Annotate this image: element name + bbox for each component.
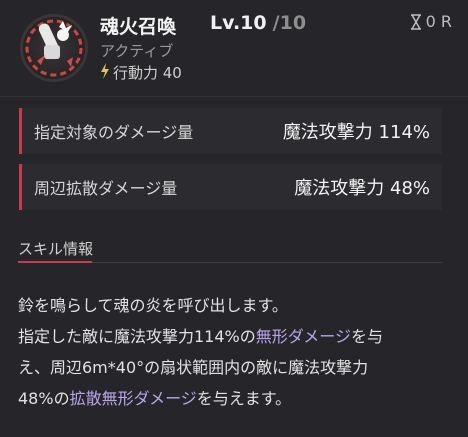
description-line: え、周辺6m*40°の扇状範囲内の敵に魔法攻撃力: [18, 358, 369, 377]
description-line: 指定した敵に魔法攻撃力114%の無形ダメージを与: [18, 327, 383, 346]
action-power: 行動力 40: [100, 62, 182, 83]
cooldown-value: 0 R: [425, 12, 452, 31]
keyword-formless-damage[interactable]: 無形ダメージ: [256, 327, 351, 346]
cooldown-indicator: 0 R: [410, 12, 452, 31]
section-title-skill-info: スキル情報: [18, 240, 94, 258]
section-accent-bar: [18, 261, 92, 263]
description-line: 鈴を鳴らして魂の炎を呼び出します。: [18, 296, 288, 315]
bell-skill-icon[interactable]: [20, 14, 88, 82]
keyword-splash-formless-damage[interactable]: 拡散無形ダメージ: [70, 389, 197, 408]
stat-row-splash-damage: 周辺拡散ダメージ量 魔法攻撃力 48%: [19, 164, 442, 210]
header-divider: [0, 96, 468, 97]
action-power-value: 行動力 40: [113, 64, 182, 82]
skill-description: 鈴を鳴らして魂の炎を呼び出します。 指定した敵に魔法攻撃力114%の無形ダメージ…: [18, 290, 458, 414]
lightning-icon: [100, 62, 110, 83]
skill-level: Lv.10 /10: [210, 12, 306, 34]
stat-value: 魔法攻撃力 48%: [294, 178, 430, 199]
description-line: 48%の拡散無形ダメージを与えます。: [18, 389, 292, 408]
skill-name: 魂火召喚: [100, 16, 177, 38]
level-max: /10: [272, 12, 307, 34]
skill-header: 魂火召喚 Lv.10 /10 0 R アクティブ 行動力 40: [0, 0, 468, 92]
stat-row-target-damage: 指定対象のダメージ量 魔法攻撃力 114%: [19, 108, 442, 154]
stat-label: 周辺拡散ダメージ量: [34, 179, 178, 198]
skill-type: アクティブ: [100, 42, 174, 60]
hourglass-icon: [410, 13, 422, 30]
level-current: Lv.10: [210, 12, 267, 34]
stat-label: 指定対象のダメージ量: [34, 123, 194, 142]
stat-value: 魔法攻撃力 114%: [282, 122, 430, 143]
